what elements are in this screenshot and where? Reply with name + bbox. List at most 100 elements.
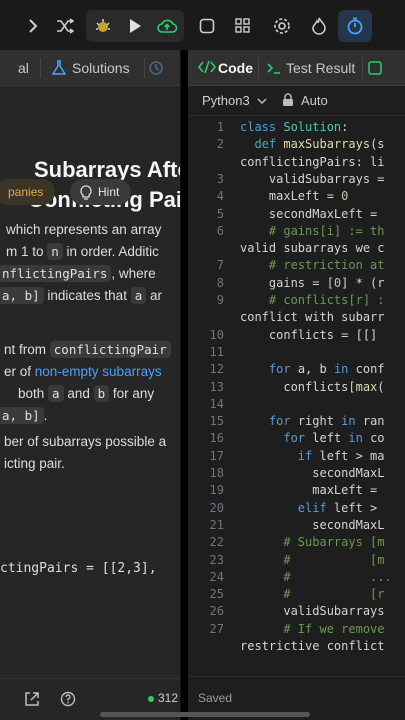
line-number: 23 (209, 552, 224, 567)
layout-icon[interactable] (232, 15, 254, 37)
code-line[interactable]: # ... (240, 570, 391, 584)
code-line[interactable]: gains = [0] * (r (240, 276, 385, 290)
code-line[interactable]: maxLeft = 0 (240, 189, 349, 203)
code-line[interactable]: def maxSubarrays(s (240, 137, 384, 151)
line-number: 19 (209, 483, 224, 498)
lock-icon (282, 93, 294, 112)
settings-icon[interactable] (271, 15, 293, 37)
code-line[interactable]: validSubarrays = (240, 172, 385, 186)
description-panel: al Solutions Subarrays Afte Conflicting … (0, 50, 181, 720)
timer-icon[interactable] (344, 15, 366, 37)
line-number: 27 (209, 621, 224, 636)
line-number: 10 (209, 327, 224, 342)
line-number: 16 (209, 431, 224, 446)
line-number: 18 (209, 466, 224, 480)
code-line[interactable]: conflict with subarr (240, 310, 385, 324)
code-line[interactable]: class Solution: (240, 120, 348, 134)
tab-divider (40, 58, 41, 78)
shuffle-icon[interactable] (54, 15, 76, 37)
code-tabs: Code Test Result (188, 50, 405, 86)
chevron-down-icon (257, 98, 267, 105)
desc-line: ber of subarrays possible a (4, 434, 167, 449)
desc-line: m 1 to n in order. Additic (6, 243, 159, 260)
code-panel: Code Test Result Python3 Auto 1 class Sol… (188, 50, 405, 720)
line-number: 17 (209, 448, 224, 463)
description-tabs: al Solutions (0, 50, 180, 86)
desc-line: icting pair. (4, 456, 65, 471)
upload-cloud-icon[interactable] (156, 15, 178, 37)
history-icon[interactable] (148, 60, 164, 81)
code-line[interactable]: # Subarrays [m (240, 535, 384, 549)
lightbulb-icon (80, 184, 92, 210)
line-number: 9 (216, 293, 224, 307)
line-number: 13 (209, 379, 224, 394)
code-line[interactable]: validSubarrays (240, 604, 384, 618)
tab-solutions[interactable]: Solutions (72, 60, 130, 76)
desc-line: er of non-empty subarrays (4, 364, 162, 379)
line-number: 1 (216, 120, 224, 134)
tab-divider (144, 58, 145, 78)
chevron-right-icon[interactable] (22, 15, 44, 37)
flask-icon (51, 60, 67, 81)
line-number: 3 (216, 171, 224, 186)
code-line[interactable]: for left in co (240, 431, 384, 445)
help-icon[interactable] (60, 691, 76, 712)
line-number: 4 (216, 189, 224, 204)
home-indicator (100, 712, 310, 717)
line-number: 20 (209, 500, 224, 515)
line-number: 5 (216, 206, 224, 221)
language-bar: Python3 Auto (188, 86, 405, 116)
line-number: 6 (216, 223, 224, 238)
code-line[interactable]: conflictingPairs: li (240, 155, 385, 169)
note-icon[interactable] (196, 15, 218, 37)
code-line[interactable]: secondMaxL (240, 466, 384, 480)
save-status: Saved (198, 691, 233, 705)
line-number: 8 (216, 275, 224, 290)
tab-code[interactable]: Code (218, 60, 253, 76)
code-line[interactable]: if left > ma (240, 449, 385, 463)
tab-editorial[interactable]: al (18, 60, 29, 76)
code-line[interactable]: for a, b in conf (240, 362, 385, 376)
code-line[interactable]: for right in ran (240, 414, 385, 428)
desc-line: nt from conflictingPair (4, 339, 171, 361)
code-line[interactable]: secondMaxLeft = (240, 207, 377, 221)
example-input-line: ctingPairs = [[2,3], (0, 561, 157, 576)
top-toolbar (0, 0, 405, 50)
mode-label[interactable]: Auto (301, 93, 328, 108)
online-count: 312 (158, 691, 179, 705)
code-line[interactable]: conflicts = [[] (240, 328, 377, 342)
debug-icon[interactable] (92, 15, 114, 37)
code-line[interactable]: restrictive conflict (240, 639, 385, 653)
code-line[interactable]: # restriction at (240, 258, 385, 272)
hint-label: Hint (98, 185, 120, 199)
hint-chip[interactable]: Hint (70, 179, 132, 205)
code-line[interactable]: # gains[i] := th (240, 224, 385, 238)
tab-divider (362, 58, 363, 78)
testcase-icon[interactable] (368, 61, 382, 80)
code-line[interactable]: maxLeft = (240, 483, 377, 497)
code-line[interactable]: # [m (240, 553, 384, 567)
code-line[interactable]: # [r (240, 587, 384, 601)
code-line[interactable]: elif left > (240, 501, 377, 515)
share-icon[interactable] (24, 691, 40, 712)
terminal-icon (266, 61, 282, 80)
flame-icon[interactable] (308, 15, 330, 37)
language-select[interactable]: Python3 (202, 93, 267, 108)
code-line[interactable]: valid subarrays we c (240, 241, 385, 255)
line-number: 24 (209, 569, 224, 584)
online-dot (148, 696, 154, 702)
play-icon[interactable] (124, 15, 146, 37)
code-line[interactable]: # If we remove (240, 622, 384, 636)
code-icon (197, 60, 217, 79)
companies-chip[interactable]: panies (0, 179, 56, 205)
non-empty-subarrays-link[interactable]: non-empty subarrays (35, 364, 162, 379)
code-line[interactable]: # conflicts[r] : (240, 293, 385, 307)
code-line[interactable]: conflicts[max( (240, 380, 384, 394)
tab-test-result[interactable]: Test Result (286, 60, 355, 76)
code-line[interactable]: secondMaxL (240, 518, 384, 532)
line-number: 12 (209, 362, 224, 377)
line-number: 25 (209, 587, 224, 602)
line-number: 15 (209, 414, 224, 429)
desc-line: which represents an array (6, 222, 162, 237)
code-editor[interactable]: 1 class Solution: 2 def maxSubarrays(s conf… (188, 116, 405, 676)
